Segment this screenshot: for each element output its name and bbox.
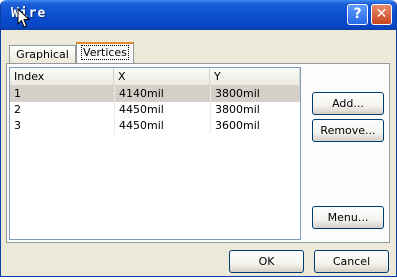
close-button[interactable]: ✕ [371, 4, 392, 25]
cell-x: 4450mil [114, 102, 210, 118]
cell-x: 4140mil [114, 86, 210, 102]
cell-index: 3 [14, 119, 21, 132]
column-header-y[interactable]: Y [210, 68, 300, 86]
column-header-index[interactable]: Index [10, 68, 114, 86]
cell-index: 1 [14, 87, 21, 100]
cell-x: 4450mil [114, 118, 210, 134]
add-button[interactable]: Add... [312, 92, 384, 115]
tab-graphical[interactable]: Graphical [9, 45, 76, 63]
ok-button[interactable]: OK [229, 250, 304, 273]
cell-y: 3600mil [210, 118, 300, 134]
table-row[interactable]: 1 4140mil 3800mil [10, 86, 300, 102]
cancel-button[interactable]: Cancel [314, 250, 389, 273]
table-row[interactable]: 3 4450mil 3600mil [10, 118, 300, 134]
help-button[interactable]: ? [347, 4, 368, 25]
remove-button[interactable]: Remove... [312, 119, 384, 142]
mouse-cursor-icon [17, 8, 31, 28]
table-row[interactable]: 2 4450mil 3800mil [10, 102, 300, 118]
cell-index: 2 [14, 103, 21, 116]
vertices-table[interactable]: Index X Y 1 4140mil 3800mil 2 4450mil 38… [9, 67, 301, 240]
cell-y: 3800mil [210, 86, 300, 102]
title-bar[interactable]: Wire ? ✕ [1, 0, 396, 30]
tab-vertices[interactable]: Vertices [76, 42, 134, 64]
column-header-x[interactable]: X [114, 68, 210, 86]
tab-vertices-label: Vertices [81, 45, 129, 60]
cell-y: 3800mil [210, 102, 300, 118]
wire-dialog: Wire ? ✕ Graphical Vertices Index X Y 1 … [0, 0, 397, 277]
menu-button[interactable]: Menu... [312, 206, 384, 229]
